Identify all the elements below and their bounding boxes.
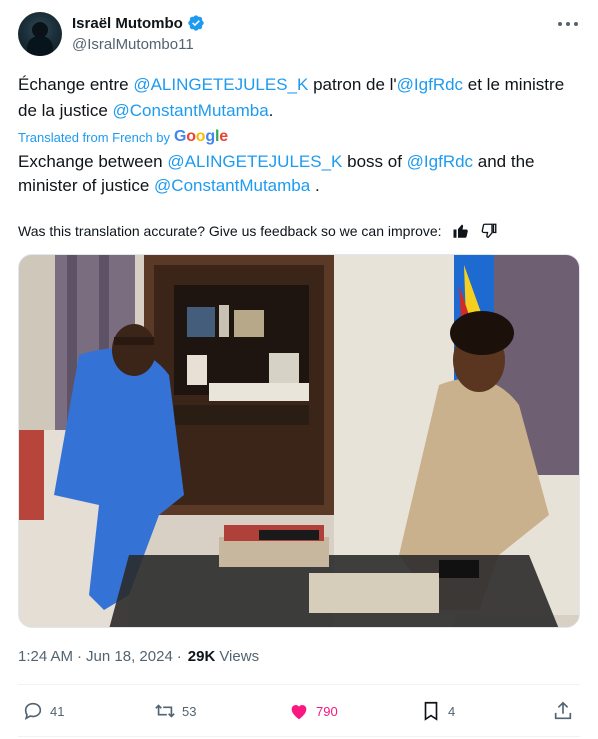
reply-icon (24, 702, 42, 721)
tweet-actions: 41 53 790 4 (22, 700, 578, 728)
translated-text-part: boss of (342, 152, 407, 171)
tweet-date[interactable]: Jun 18, 2024 (86, 648, 173, 665)
feedback-prompt: Was this translation accurate? Give us f… (18, 223, 442, 239)
bookmark-count: 4 (448, 703, 456, 719)
tweet-time[interactable]: 1:24 AM (18, 648, 73, 665)
translated-by-label[interactable]: Translated from French by Google (18, 128, 228, 146)
divider (18, 736, 580, 737)
more-options-icon[interactable] (558, 14, 578, 34)
mention-link[interactable]: @ALINGETEJULES_K (167, 152, 342, 171)
views-count: 29K (187, 648, 216, 665)
mention-link[interactable]: @ConstantMutamba (113, 101, 269, 120)
mention-link[interactable]: @ConstantMutamba (154, 176, 310, 195)
photo-illustration (19, 255, 579, 627)
mention-link[interactable]: @ALINGETEJULES_K (133, 75, 308, 94)
translated-text: Exchange between @ALINGETEJULES_K boss o… (18, 150, 588, 198)
reply-button[interactable]: 41 (22, 700, 64, 722)
share-icon (554, 701, 572, 720)
mention-link[interactable]: @IgfRdc (407, 152, 473, 171)
bookmark-icon (424, 701, 438, 721)
divider (18, 684, 580, 685)
author-name-row[interactable]: Israël Mutombo (72, 14, 205, 32)
thumbs-up-icon[interactable] (452, 222, 470, 240)
translated-text-part: . (310, 176, 320, 195)
tweet-text-part: Échange entre (18, 75, 134, 94)
verified-badge-icon (188, 15, 204, 31)
mention-link[interactable]: @IgfRdc (397, 75, 463, 94)
tweet-text-part: patron de l' (308, 75, 397, 94)
bookmark-button[interactable]: 4 (420, 700, 455, 722)
author-handle[interactable]: @IsralMutombo11 (72, 36, 194, 53)
share-button[interactable] (552, 700, 574, 722)
heart-icon (291, 705, 307, 720)
meta-separator: · (176, 648, 182, 665)
views-label: Views (219, 648, 260, 665)
tweet-text: Échange entre @ALINGETEJULES_K patron de… (18, 72, 584, 124)
avatar[interactable] (18, 12, 62, 56)
tweet-text-part: . (268, 101, 274, 120)
repost-icon (155, 704, 175, 718)
repost-button[interactable]: 53 (154, 700, 196, 722)
reply-count: 41 (50, 703, 65, 719)
like-button[interactable]: 790 (288, 700, 338, 722)
meta-separator: · (77, 648, 83, 665)
translated-text-part: Exchange between (18, 152, 168, 171)
author-name[interactable]: Israël Mutombo (72, 15, 183, 32)
thumbs-down-icon[interactable] (480, 222, 498, 240)
tweet-header: Israël Mutombo @IsralMutombo11 (18, 12, 580, 58)
translation-feedback: Was this translation accurate? Give us f… (18, 222, 498, 240)
like-count: 790 (316, 703, 338, 719)
repost-count: 53 (182, 703, 197, 719)
translated-label-text: Translated from French by (18, 129, 170, 145)
tweet-photo[interactable] (18, 254, 580, 628)
tweet-meta: 1:24 AM · Jun 18, 2024 · 29K Views (18, 648, 259, 665)
google-logo: Google (173, 128, 228, 145)
